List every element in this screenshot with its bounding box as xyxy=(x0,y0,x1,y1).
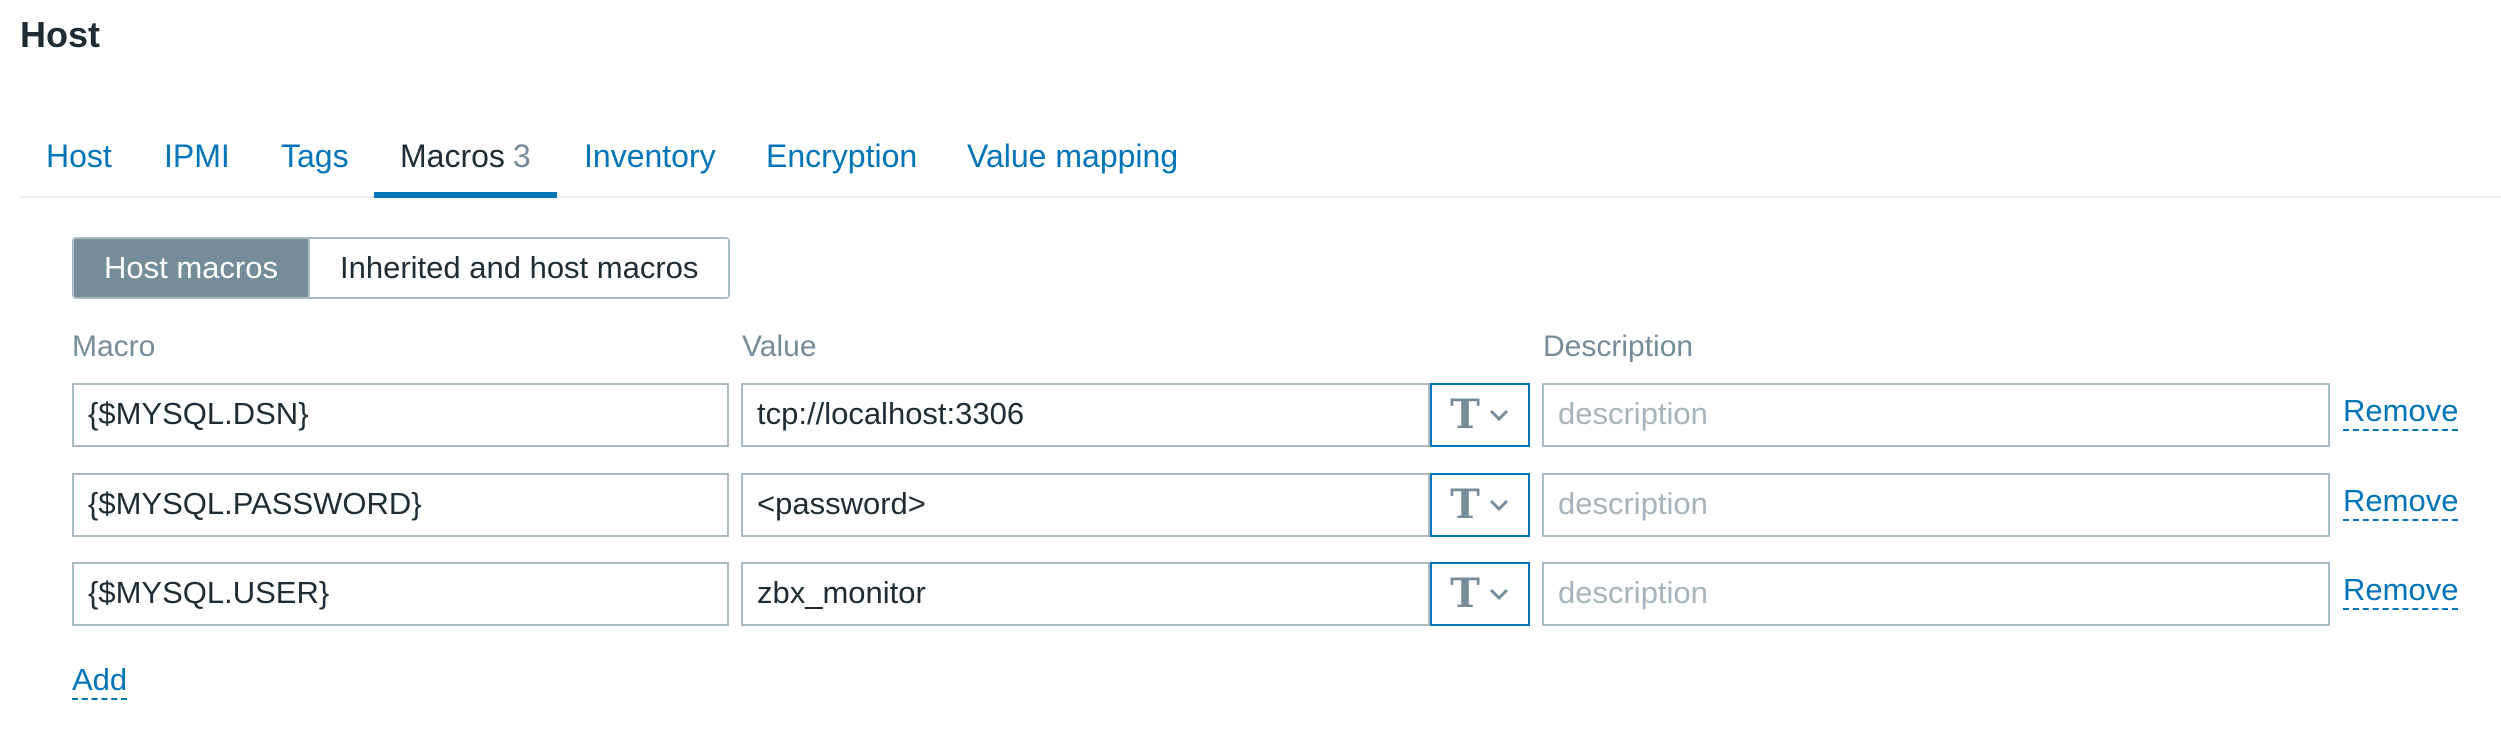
add-macro-link[interactable]: Add xyxy=(72,662,128,700)
macro-name-input[interactable]: {$MYSQL.PASSWORD} xyxy=(72,473,729,537)
macro-description-input[interactable]: description xyxy=(1542,562,2330,626)
column-header-macro: Macro xyxy=(72,330,156,363)
macro-value-input[interactable]: zbx_monitor xyxy=(741,562,1430,626)
value-type-dropdown[interactable]: T xyxy=(1430,383,1530,447)
chevron-down-icon xyxy=(1489,588,1508,601)
column-header-description: Description xyxy=(1543,330,1694,363)
remove-macro-link[interactable]: Remove xyxy=(2343,483,2459,521)
text-type-icon: T xyxy=(1450,481,1480,528)
macro-name-input[interactable]: {$MYSQL.USER} xyxy=(72,562,729,626)
chevron-down-icon xyxy=(1489,499,1508,512)
inherited-host-macros-button[interactable]: Inherited and host macros xyxy=(307,239,729,297)
remove-macro-link[interactable]: Remove xyxy=(2343,572,2459,610)
value-type-dropdown[interactable]: T xyxy=(1430,473,1530,537)
tab-ipmi[interactable]: IPMI xyxy=(164,130,230,198)
macro-row: {$MYSQL.DSN} tcp://localhost:3306 T desc… xyxy=(0,383,2501,447)
macro-value-input[interactable]: tcp://localhost:3306 xyxy=(741,383,1430,447)
tab-bar: Host IPMI Tags Macros 3 Inventory Encrypt… xyxy=(20,130,2501,198)
column-header-value: Value xyxy=(742,330,817,363)
macro-description-input[interactable]: description xyxy=(1542,473,2330,537)
remove-macro-link[interactable]: Remove xyxy=(2343,393,2459,431)
page-title: Host xyxy=(20,14,100,55)
value-type-dropdown[interactable]: T xyxy=(1430,562,1530,626)
macro-row: {$MYSQL.PASSWORD} <password> T descripti… xyxy=(0,473,2501,537)
host-macros-button[interactable]: Host macros xyxy=(74,239,308,297)
macro-row: {$MYSQL.USER} zbx_monitor T description … xyxy=(0,562,2501,626)
tab-value-mapping[interactable]: Value mapping xyxy=(967,130,1178,198)
tab-macros-label: Macros xyxy=(400,138,505,174)
tab-encryption[interactable]: Encryption xyxy=(766,130,917,198)
tab-macros[interactable]: Macros 3 xyxy=(374,130,557,198)
macro-name-input[interactable]: {$MYSQL.DSN} xyxy=(72,383,729,447)
chevron-down-icon xyxy=(1489,409,1508,422)
tab-tags[interactable]: Tags xyxy=(281,130,349,198)
macro-value-input[interactable]: <password> xyxy=(741,473,1430,537)
tab-macros-count: 3 xyxy=(512,138,531,174)
text-type-icon: T xyxy=(1450,391,1480,438)
tab-inventory[interactable]: Inventory xyxy=(584,130,716,198)
macro-description-input[interactable]: description xyxy=(1542,383,2330,447)
tab-host[interactable]: Host xyxy=(46,130,112,198)
macro-view-toggle: Host macros Inherited and host macros xyxy=(72,237,731,299)
text-type-icon: T xyxy=(1450,570,1480,617)
